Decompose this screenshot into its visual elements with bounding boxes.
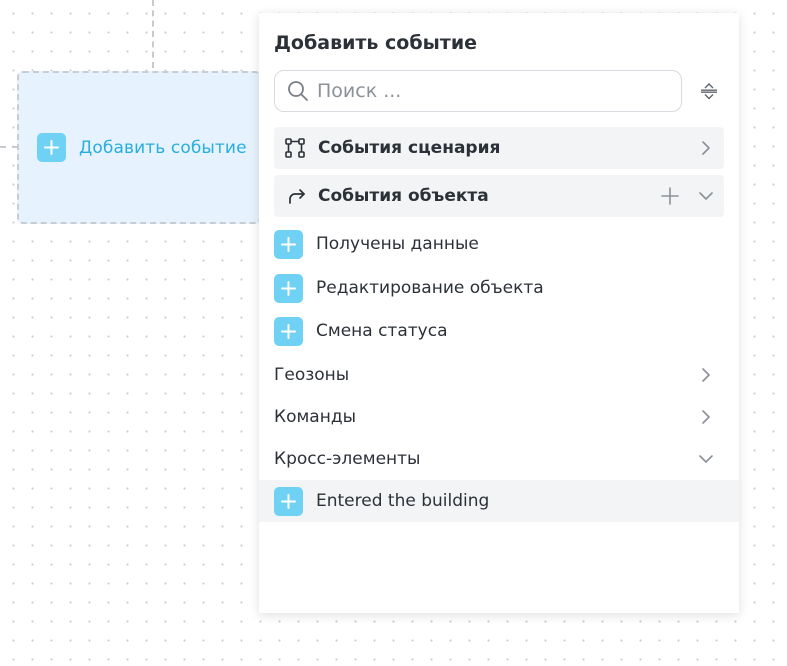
search-box[interactable] xyxy=(274,70,682,112)
flow-nodes-icon xyxy=(284,137,306,159)
event-item-label: Смена статуса xyxy=(316,321,448,341)
plus-icon xyxy=(274,486,303,516)
event-item-entered-building[interactable]: Entered the building xyxy=(274,481,724,521)
event-item-label: Редактирование объекта xyxy=(316,278,544,298)
add-event-panel: Добавить событие События сценария xyxy=(259,13,739,613)
search-icon xyxy=(287,80,309,102)
search-input[interactable] xyxy=(317,80,657,102)
category-commands[interactable]: Команды xyxy=(274,397,724,437)
event-item-object-edit[interactable]: Редактирование объекта xyxy=(274,268,724,308)
event-item-data-received[interactable]: Получены данные xyxy=(274,224,724,264)
chevron-down-icon[interactable] xyxy=(696,186,716,206)
group-scenario-events-label: События сценария xyxy=(318,138,501,158)
event-item-label: Entered the building xyxy=(316,491,490,511)
plus-icon xyxy=(274,273,303,303)
category-cross-elements[interactable]: Кросс-элементы xyxy=(274,439,724,479)
collapse-all-icon[interactable] xyxy=(698,80,720,102)
event-node[interactable]: Добавить событие xyxy=(17,71,261,224)
category-label: Геозоны xyxy=(274,365,350,385)
plus-icon xyxy=(274,316,303,346)
connector-line-horizontal xyxy=(0,146,18,148)
add-event-node-label: Добавить событие xyxy=(79,137,247,158)
connector-line-vertical xyxy=(152,0,154,68)
chevron-right-icon[interactable] xyxy=(696,138,716,158)
category-geozones[interactable]: Геозоны xyxy=(274,355,724,395)
category-label: Команды xyxy=(274,407,357,427)
category-label: Кросс-элементы xyxy=(274,449,421,469)
chevron-right-icon xyxy=(696,407,716,427)
chevron-right-icon xyxy=(696,365,716,385)
redo-arrow-icon xyxy=(284,185,306,207)
event-item-status-change[interactable]: Смена статуса xyxy=(274,311,724,351)
chevron-down-icon xyxy=(696,449,716,469)
group-scenario-events[interactable]: События сценария xyxy=(274,127,724,169)
group-object-events[interactable]: События объекта xyxy=(274,175,724,217)
group-object-events-label: События объекта xyxy=(318,186,489,206)
panel-title: Добавить событие xyxy=(274,32,478,54)
add-event-node-button[interactable]: Добавить событие xyxy=(37,133,247,162)
plus-icon xyxy=(274,229,303,259)
add-icon[interactable] xyxy=(660,186,680,206)
plus-icon xyxy=(37,133,66,162)
event-item-label: Получены данные xyxy=(316,234,479,254)
